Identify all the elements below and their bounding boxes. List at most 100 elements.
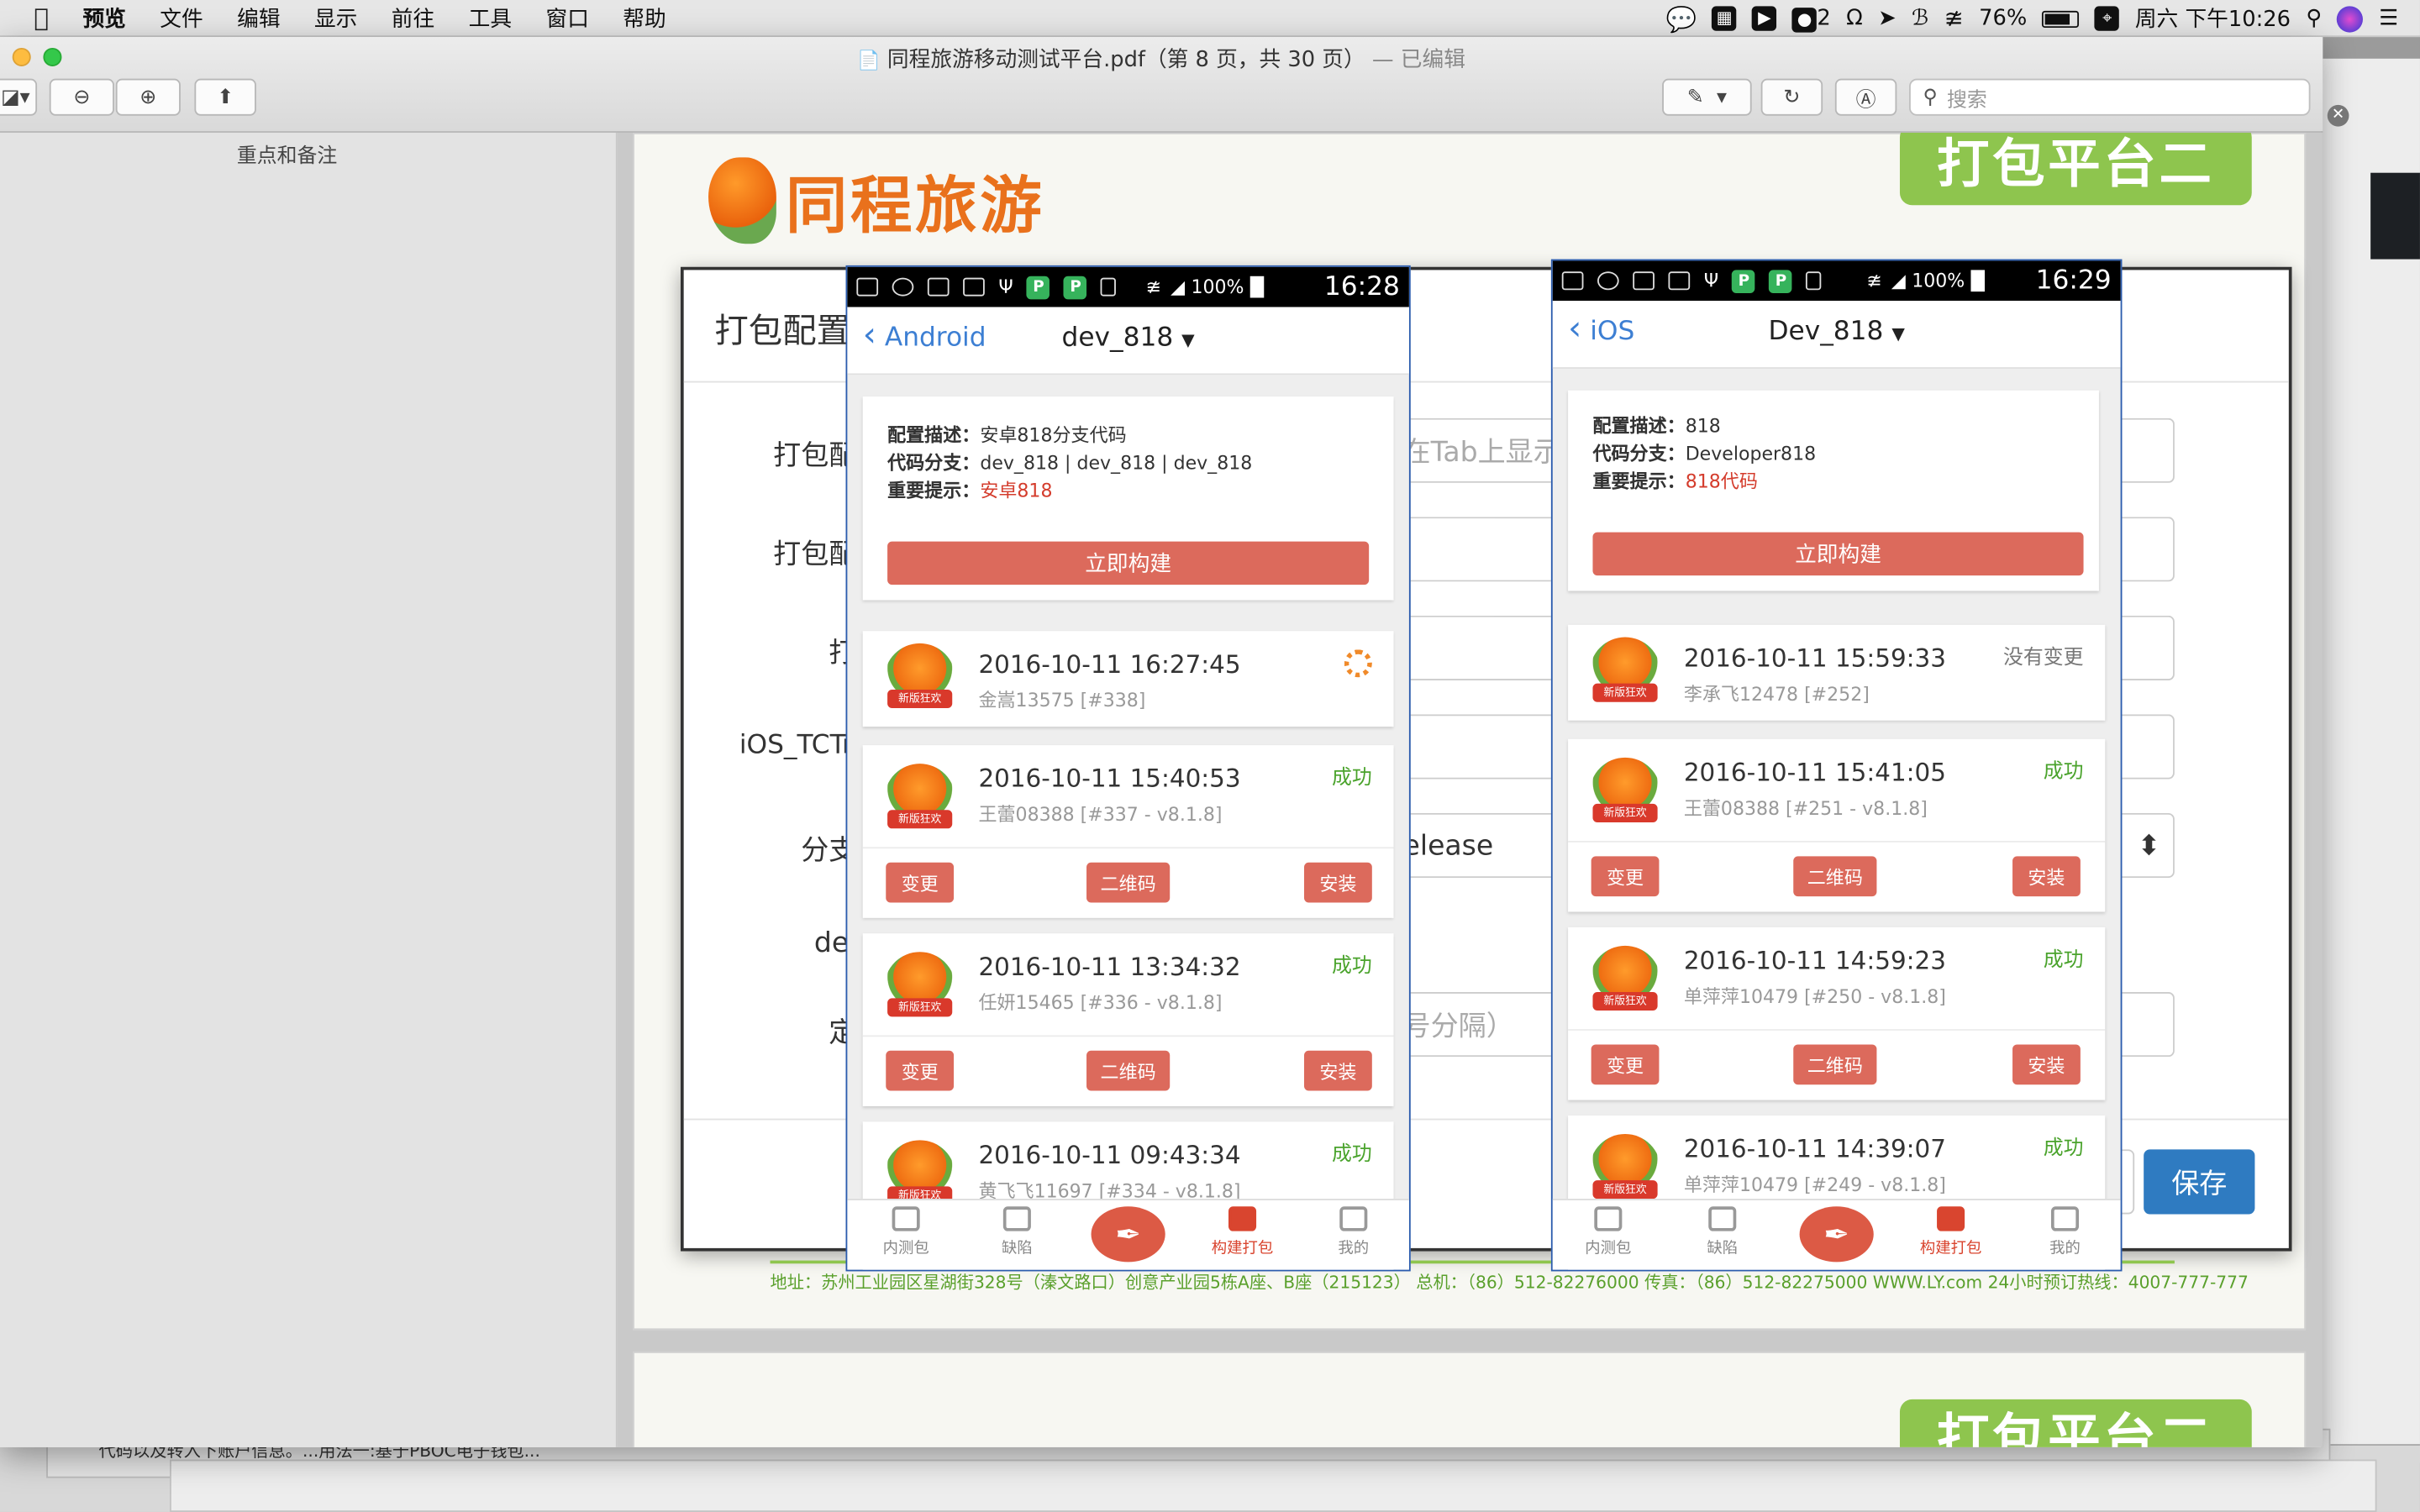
config-note: 重要提示：安卓818 bbox=[887, 477, 1052, 503]
tab-mine[interactable]: 我的 bbox=[2018, 1206, 2111, 1257]
build-now-button[interactable]: 立即构建 bbox=[887, 541, 1370, 585]
tab-beta-package[interactable]: 内测包 bbox=[860, 1206, 952, 1257]
headphones-icon[interactable]: Ω bbox=[1846, 6, 1863, 30]
tab-label: 构建打包 bbox=[1211, 1240, 1274, 1257]
send-icon[interactable]: ➤ bbox=[1878, 6, 1897, 30]
build-record[interactable]: 新版狂欢 2016-10-11 15:41:05 王蕾08388 [#251 -… bbox=[1568, 738, 2106, 912]
desc-value: 安卓818分支代码 bbox=[980, 424, 1127, 446]
qrcode-button[interactable]: 二维码 bbox=[1086, 862, 1171, 903]
qrcode-button[interactable]: 二维码 bbox=[1086, 1050, 1171, 1091]
page-banner-next: 打包平台二 bbox=[1899, 1399, 2252, 1447]
sd-icon bbox=[1806, 271, 1823, 291]
config-card: 配置描述：安卓818分支代码 代码分支：dev_818 | dev_818 | … bbox=[862, 396, 1394, 601]
change-button[interactable]: 变更 bbox=[886, 862, 955, 903]
app-icon: 新版狂欢 bbox=[1589, 637, 1661, 709]
app-icon-1[interactable]: ▦ bbox=[1712, 6, 1737, 31]
menu-go[interactable]: 前往 bbox=[392, 3, 434, 34]
config-title-dropdown[interactable]: Dev_818 ▼ bbox=[1553, 317, 2121, 348]
search-field[interactable]: ⚲ 搜索 bbox=[1908, 78, 2311, 116]
install-button[interactable]: 安装 bbox=[2012, 1044, 2081, 1085]
menu-tools[interactable]: 工具 bbox=[469, 3, 512, 34]
app-icon-2[interactable]: ▶ bbox=[1752, 6, 1777, 31]
markup-toolbar-button[interactable]: Ⓐ bbox=[1834, 78, 1897, 116]
field-label-5: 分支 bbox=[801, 834, 857, 868]
zoom-out-button[interactable]: ⊖ bbox=[49, 78, 114, 116]
tab-defects[interactable]: 缺陷 bbox=[971, 1206, 1063, 1257]
change-button[interactable]: 变更 bbox=[1591, 1044, 1660, 1085]
record-time: 2016-10-11 15:40:53 bbox=[978, 764, 1241, 794]
install-button[interactable]: 安装 bbox=[1304, 1050, 1372, 1091]
build-now-button[interactable]: 立即构建 bbox=[1592, 532, 2084, 576]
sidebar-toggle-button[interactable]: ◪▾ bbox=[0, 78, 38, 116]
signal-icon: ◢ bbox=[1171, 276, 1186, 298]
input-method-icon[interactable]: ⌖ bbox=[2095, 6, 2120, 31]
datetime[interactable]: 周六 下午10:26 bbox=[2135, 3, 2291, 34]
menu-view[interactable]: 显示 bbox=[314, 3, 357, 34]
notification-badge-icon[interactable]: ● 2 bbox=[1791, 5, 1831, 32]
close-icon[interactable]: ✕ bbox=[2327, 104, 2349, 127]
feather-center-button[interactable]: ✒ bbox=[1799, 1206, 1874, 1263]
menu-app-preview[interactable]: 预览 bbox=[82, 3, 125, 34]
battery-icon[interactable] bbox=[2042, 9, 2080, 28]
build-record[interactable]: 新版狂欢 2016-10-11 13:34:32 任妍15465 [#336 -… bbox=[862, 933, 1394, 1106]
menu-file[interactable]: 文件 bbox=[160, 3, 203, 34]
build-record[interactable]: 新版狂欢 2016-10-11 15:59:33 李承飞12478 [#252]… bbox=[1568, 624, 2106, 721]
menu-window[interactable]: 窗口 bbox=[545, 3, 588, 34]
spotlight-search-icon[interactable]: ⚲ bbox=[2306, 6, 2322, 30]
build-record[interactable]: 新版狂欢 2016-10-11 14:59:23 单萍萍10479 [#250 … bbox=[1568, 927, 2106, 1100]
record-status: 成功 bbox=[2043, 760, 2084, 785]
divider bbox=[862, 847, 1394, 849]
install-button[interactable]: 安装 bbox=[1304, 862, 1372, 903]
tab-build[interactable]: 构建打包 bbox=[1196, 1206, 1288, 1257]
tab-beta-package[interactable]: 内测包 bbox=[1562, 1206, 1655, 1257]
record-user: 王蕾08388 [#337 - v8.1.8] bbox=[978, 803, 1223, 826]
badge-count: 2 bbox=[1817, 5, 1831, 30]
note-label: 重要提示： bbox=[887, 480, 981, 501]
page-footer: 地址：苏州工业园区星湖街328号（溱文路口）创意产业园5栋A座、B座（21512… bbox=[770, 1273, 2249, 1294]
qrcode-button[interactable]: 二维码 bbox=[1793, 856, 1877, 897]
qrcode-button[interactable]: 二维码 bbox=[1793, 1044, 1877, 1085]
users-icon bbox=[1228, 1206, 1257, 1231]
sidebar-title[interactable]: 重点和备注 bbox=[0, 139, 574, 169]
siri-icon[interactable] bbox=[2337, 5, 2364, 32]
install-button[interactable]: 安装 bbox=[2012, 856, 2081, 897]
tab-defects[interactable]: 缺陷 bbox=[1676, 1206, 1769, 1257]
menu-edit[interactable]: 编辑 bbox=[237, 3, 280, 34]
loading-spinner-icon bbox=[1344, 649, 1372, 678]
share-button[interactable]: ⬆ bbox=[194, 78, 256, 116]
markup-pen-button[interactable]: ✎ ▾ bbox=[1662, 78, 1752, 116]
bluetooth-icon[interactable]: ℬ bbox=[1912, 6, 1928, 30]
config-title-dropdown[interactable]: dev_818 ▼ bbox=[847, 323, 1409, 354]
ly-logo: 同程旅游 bbox=[708, 156, 1044, 246]
android-phone-screenshot: Ψ P P ≇ ◢ 100% 16:28 ‹ Android dev_818 ▼… bbox=[845, 265, 1411, 1272]
notification-center-icon[interactable]: ☰ bbox=[2379, 6, 2398, 30]
record-time: 2016-10-11 15:41:05 bbox=[1683, 757, 1946, 787]
tab-build[interactable]: 构建打包 bbox=[1904, 1206, 1996, 1257]
apple-menu-icon[interactable]:  bbox=[34, 3, 49, 33]
storage-icon bbox=[1668, 271, 1691, 291]
feather-center-button[interactable]: ✒ bbox=[1091, 1206, 1165, 1263]
wifi-icon: ≇ bbox=[1145, 276, 1162, 298]
wifi-icon[interactable]: ≇ bbox=[1944, 5, 1964, 33]
search-icon: ⚲ bbox=[1923, 85, 1939, 109]
build-record[interactable]: 新版狂欢 2016-10-11 16:27:45 金嵩13575 [#338] bbox=[862, 631, 1394, 727]
separator-hint-text: 号分隔） bbox=[1402, 1011, 1514, 1043]
tab-mine[interactable]: 我的 bbox=[1307, 1206, 1400, 1257]
ios-phone-screenshot: Ψ P P ≇ ◢ 100% 16:29 ‹ iOS Dev_818 ▼ 配置描… bbox=[1550, 259, 2123, 1272]
rotate-button[interactable]: ↻ bbox=[1760, 78, 1823, 116]
title-bar: 📄 同程旅游移动测试平台.pdf（第 8 页，共 30 页） — 已编辑 ◪▾ … bbox=[0, 37, 2323, 133]
wechat-icon[interactable]: 💬 bbox=[1665, 4, 1697, 34]
save-button[interactable]: 保存 bbox=[2144, 1149, 2255, 1215]
change-button[interactable]: 变更 bbox=[1591, 856, 1660, 897]
change-button[interactable]: 变更 bbox=[886, 1050, 955, 1091]
build-record[interactable]: 新版狂欢 2016-10-11 15:40:53 王蕾08388 [#337 -… bbox=[862, 745, 1394, 918]
rotate-icon: ↻ bbox=[1783, 85, 1801, 109]
usb-icon: Ψ bbox=[998, 276, 1013, 298]
menu-help[interactable]: 帮助 bbox=[623, 3, 666, 34]
zoom-in-button[interactable]: ⊕ bbox=[115, 78, 181, 116]
record-user: 单萍萍10479 [#250 - v8.1.8] bbox=[1683, 985, 1946, 1008]
record-status: 没有变更 bbox=[2003, 646, 2084, 670]
branch-label: 代码分支： bbox=[887, 452, 981, 474]
record-time: 2016-10-11 15:59:33 bbox=[1683, 643, 1946, 673]
tab-label: 我的 bbox=[2049, 1240, 2081, 1257]
